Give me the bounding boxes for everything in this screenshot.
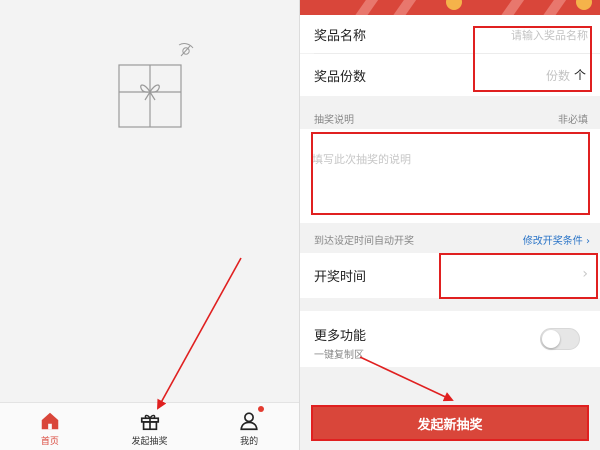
tab-label: 首页 xyxy=(40,437,59,447)
prize-count-unit: 个 xyxy=(573,68,586,82)
more-features-sub-label: 一键复制区 xyxy=(314,350,364,361)
auto-draw-label: 到达设定时间自动开奖 xyxy=(314,236,414,247)
prize-name-row: 奖品名称 请输入奖品名称 xyxy=(300,15,600,53)
create-lottery-form: 奖品名称 请输入奖品名称 奖品份数 份数 个 抽奖说明 非必填 填写此次抽奖的说… xyxy=(300,0,600,450)
description-textarea[interactable]: 填写此次抽奖的说明 xyxy=(300,129,600,223)
more-features-toggle[interactable] xyxy=(540,328,580,350)
description-placeholder: 填写此次抽奖的说明 xyxy=(312,153,411,166)
gift-icon xyxy=(140,414,159,431)
tab-home[interactable]: 首页 xyxy=(0,403,100,450)
chevron-right-icon: › xyxy=(582,266,588,282)
home-screen: 首页 发起抽奖 我的 xyxy=(0,0,299,450)
more-features-label: 更多功能 xyxy=(314,329,367,344)
prize-count-label: 奖品份数 xyxy=(314,69,367,85)
top-banner xyxy=(300,0,600,15)
gift-box-illustration-icon xyxy=(118,64,182,128)
tab-create-lottery[interactable]: 发起抽奖 xyxy=(100,403,200,450)
prize-count-row: 奖品份数 份数 个 xyxy=(300,54,600,96)
prize-name-label: 奖品名称 xyxy=(314,28,367,44)
toggle-knob xyxy=(542,330,560,348)
modify-draw-condition-link[interactable]: 修改开奖条件 › xyxy=(523,232,590,247)
tab-label: 发起抽奖 xyxy=(131,437,168,447)
user-icon xyxy=(240,412,258,431)
create-lottery-button[interactable]: 发起新抽奖 xyxy=(312,405,588,441)
notification-dot xyxy=(258,406,265,412)
home-icon xyxy=(41,412,59,430)
prize-name-input[interactable]: 请输入奖品名称 xyxy=(511,27,588,43)
optional-label: 非必填 xyxy=(558,115,588,126)
bottom-tab-bar: 首页 发起抽奖 我的 xyxy=(0,402,299,450)
description-label: 抽奖说明 xyxy=(314,115,354,126)
tab-label: 我的 xyxy=(240,437,259,447)
draw-time-label: 开奖时间 xyxy=(314,270,367,285)
ribbon-decoration-icon xyxy=(178,43,194,57)
draw-time-row[interactable]: 开奖时间 › xyxy=(300,253,600,298)
tab-mine[interactable]: 我的 xyxy=(199,403,299,450)
prize-count-input[interactable]: 份数 xyxy=(546,67,570,84)
